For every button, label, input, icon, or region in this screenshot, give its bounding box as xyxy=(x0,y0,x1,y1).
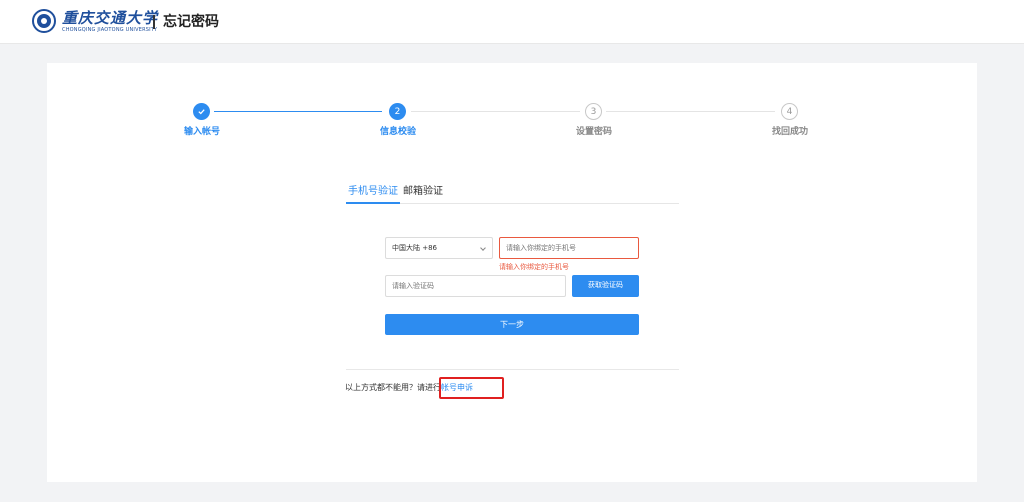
university-seal-icon xyxy=(32,9,56,33)
step-connector-2 xyxy=(411,111,580,112)
phone-error-message: 请输入你绑定的手机号 xyxy=(499,263,569,271)
check-icon xyxy=(198,109,205,115)
step-4-label: 找回成功 xyxy=(771,127,808,137)
step-3-label: 设置密码 xyxy=(575,127,612,137)
step-connector-3 xyxy=(606,111,775,112)
top-bar: 重庆交通大学 CHONGQING JIAOTONG UNIVERSITY 忘记密… xyxy=(0,0,1024,44)
region-code-select[interactable]: 中国大陆 +86 xyxy=(385,237,493,259)
step-2-label: 信息校验 xyxy=(379,127,416,137)
bottom-divider xyxy=(346,369,679,370)
logo-name-en: CHONGQING JIAOTONG UNIVERSITY xyxy=(62,26,158,33)
header-divider xyxy=(153,15,155,29)
step-3-circle: 3 xyxy=(585,103,602,120)
tab-phone-verify[interactable]: 手机号验证 xyxy=(346,183,400,204)
verification-code-input[interactable] xyxy=(385,275,566,297)
step-4-circle: 4 xyxy=(781,103,798,120)
step-1-label: 输入帐号 xyxy=(183,127,220,137)
chevron-down-icon xyxy=(480,245,486,251)
get-code-button[interactable]: 获取验证码 xyxy=(572,275,639,297)
alternative-help-prefix: 以上方式都不能用？请进行 xyxy=(345,383,441,392)
university-logo[interactable]: 重庆交通大学 CHONGQING JIAOTONG UNIVERSITY xyxy=(32,9,158,33)
next-step-button[interactable]: 下一步 xyxy=(385,314,639,335)
step-1-circle xyxy=(193,103,210,120)
verify-method-tabs: 手机号验证 邮箱验证 xyxy=(346,183,679,204)
logo-name-cn: 重庆交通大学 xyxy=(62,8,159,27)
phone-input[interactable] xyxy=(499,237,639,259)
step-2-circle: 2 xyxy=(389,103,406,120)
logo-text: 重庆交通大学 CHONGQING JIAOTONG UNIVERSITY xyxy=(62,8,159,33)
tab-email-verify[interactable]: 邮箱验证 xyxy=(403,183,443,201)
highlight-box xyxy=(439,377,504,399)
page-title: 忘记密码 xyxy=(163,14,219,30)
region-code-value: 中国大陆 +86 xyxy=(392,244,437,252)
step-connector-1 xyxy=(214,111,382,112)
